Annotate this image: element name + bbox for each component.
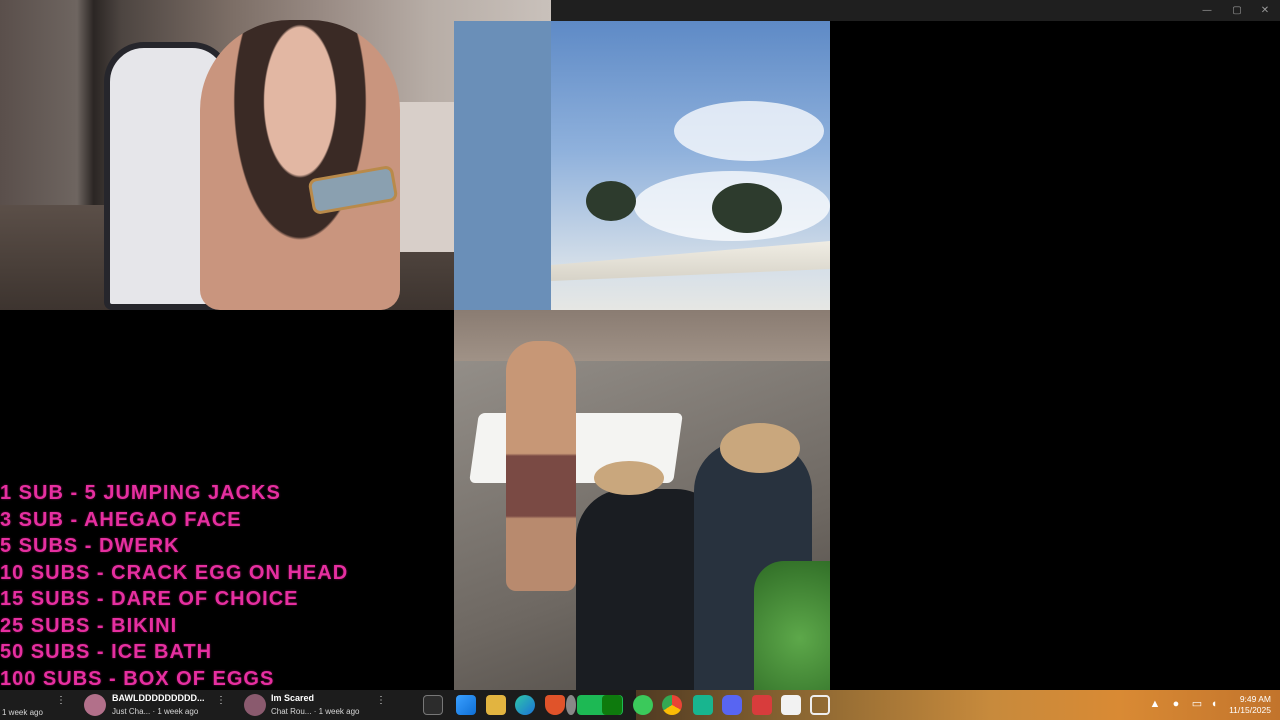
straw-hat [594,461,664,495]
windows-start-icon[interactable] [456,695,476,715]
video-card[interactable]: Im Scared Chat Rou... · 1 week ago ⋮ [244,690,386,720]
plant [754,561,830,690]
sub-goal: 15 SUBS - DARE OF CHOICE [0,588,299,610]
clock-time: 9:49 AM [1239,694,1271,704]
window-titlebar: — ▢ ✕ [551,0,1280,21]
streamer [200,20,400,310]
chevron-up-icon[interactable]: ▲ [1147,696,1163,712]
sub-goals-list: 1 SUB - 5 JUMPING JACKS 3 SUB - AHEGAO F… [0,480,348,692]
more-options-icon[interactable]: ⋮ [56,695,66,706]
calendar-icon[interactable] [781,695,801,715]
sub-goal: 5 SUBS - DWERK [0,535,180,557]
sub-goal: 1 SUB - 5 JUMPING JACKS [0,482,281,504]
app-red-icon[interactable] [752,695,772,715]
chrome-icon[interactable] [662,695,682,715]
sub-goal: 3 SUB - AHEGAO FACE [0,508,242,531]
edge-icon[interactable] [515,695,535,715]
taskbar-clock[interactable]: 9:49 AM 11/15/2025 [1229,694,1271,716]
close-button[interactable]: ✕ [1254,3,1276,18]
app-teal-icon[interactable] [693,695,713,715]
more-options-icon[interactable]: ⋮ [376,695,386,706]
beach-video[interactable] [454,21,830,690]
brave-icon[interactable] [545,695,565,715]
volume-icon[interactable]: ◖ [1206,696,1222,712]
video-card-title: Im Scared [271,693,315,703]
files-icon[interactable] [423,695,443,715]
xbox-icon[interactable] [602,695,622,715]
video-card-title: BAWLDDDDDDDDD... [112,693,205,703]
palm-tree [586,181,636,221]
clock-date: 11/15/2025 [1229,705,1271,715]
video-card[interactable]: 1 week ago ⋮ [0,690,70,720]
straw-hat [720,423,800,473]
cloud [674,101,824,161]
sub-goal: 10 SUBS - CRACK EGG ON HEAD [0,561,349,584]
settings-icon[interactable] [566,695,576,715]
video-card-meta: Just Cha... · 1 week ago [112,707,199,716]
channel-avatar [84,694,106,716]
discord-icon[interactable] [722,695,742,715]
display-icon[interactable]: ▭ [1189,696,1205,712]
maximize-button[interactable]: ▢ [1226,3,1248,18]
minimize-button[interactable]: — [1196,3,1218,18]
photos-icon[interactable] [810,695,830,715]
shirtless-man [506,341,576,591]
sub-goal: 25 SUBS - BIKINI [0,614,178,637]
file-explorer-icon[interactable] [486,695,506,715]
microphone-icon[interactable]: ● [1168,696,1184,712]
sub-goal: 100 SUBS - BOX OF EGGS [0,667,275,690]
sub-goal: 50 SUBS - ICE BATH [0,641,213,663]
channel-avatar [244,694,266,716]
more-options-icon[interactable]: ⋮ [216,695,226,706]
taskbar: 1 week ago ⋮ BAWLDDDDDDDDD... Just Cha..… [0,690,1280,720]
video-card-meta: 1 week ago [2,708,43,717]
video-card-meta: Chat Rou... · 1 week ago [271,707,360,716]
palm-tree [712,183,782,233]
video-card[interactable]: BAWLDDDDDDDDD... Just Cha... · 1 week ag… [84,690,226,720]
app-green-icon[interactable] [633,695,653,715]
